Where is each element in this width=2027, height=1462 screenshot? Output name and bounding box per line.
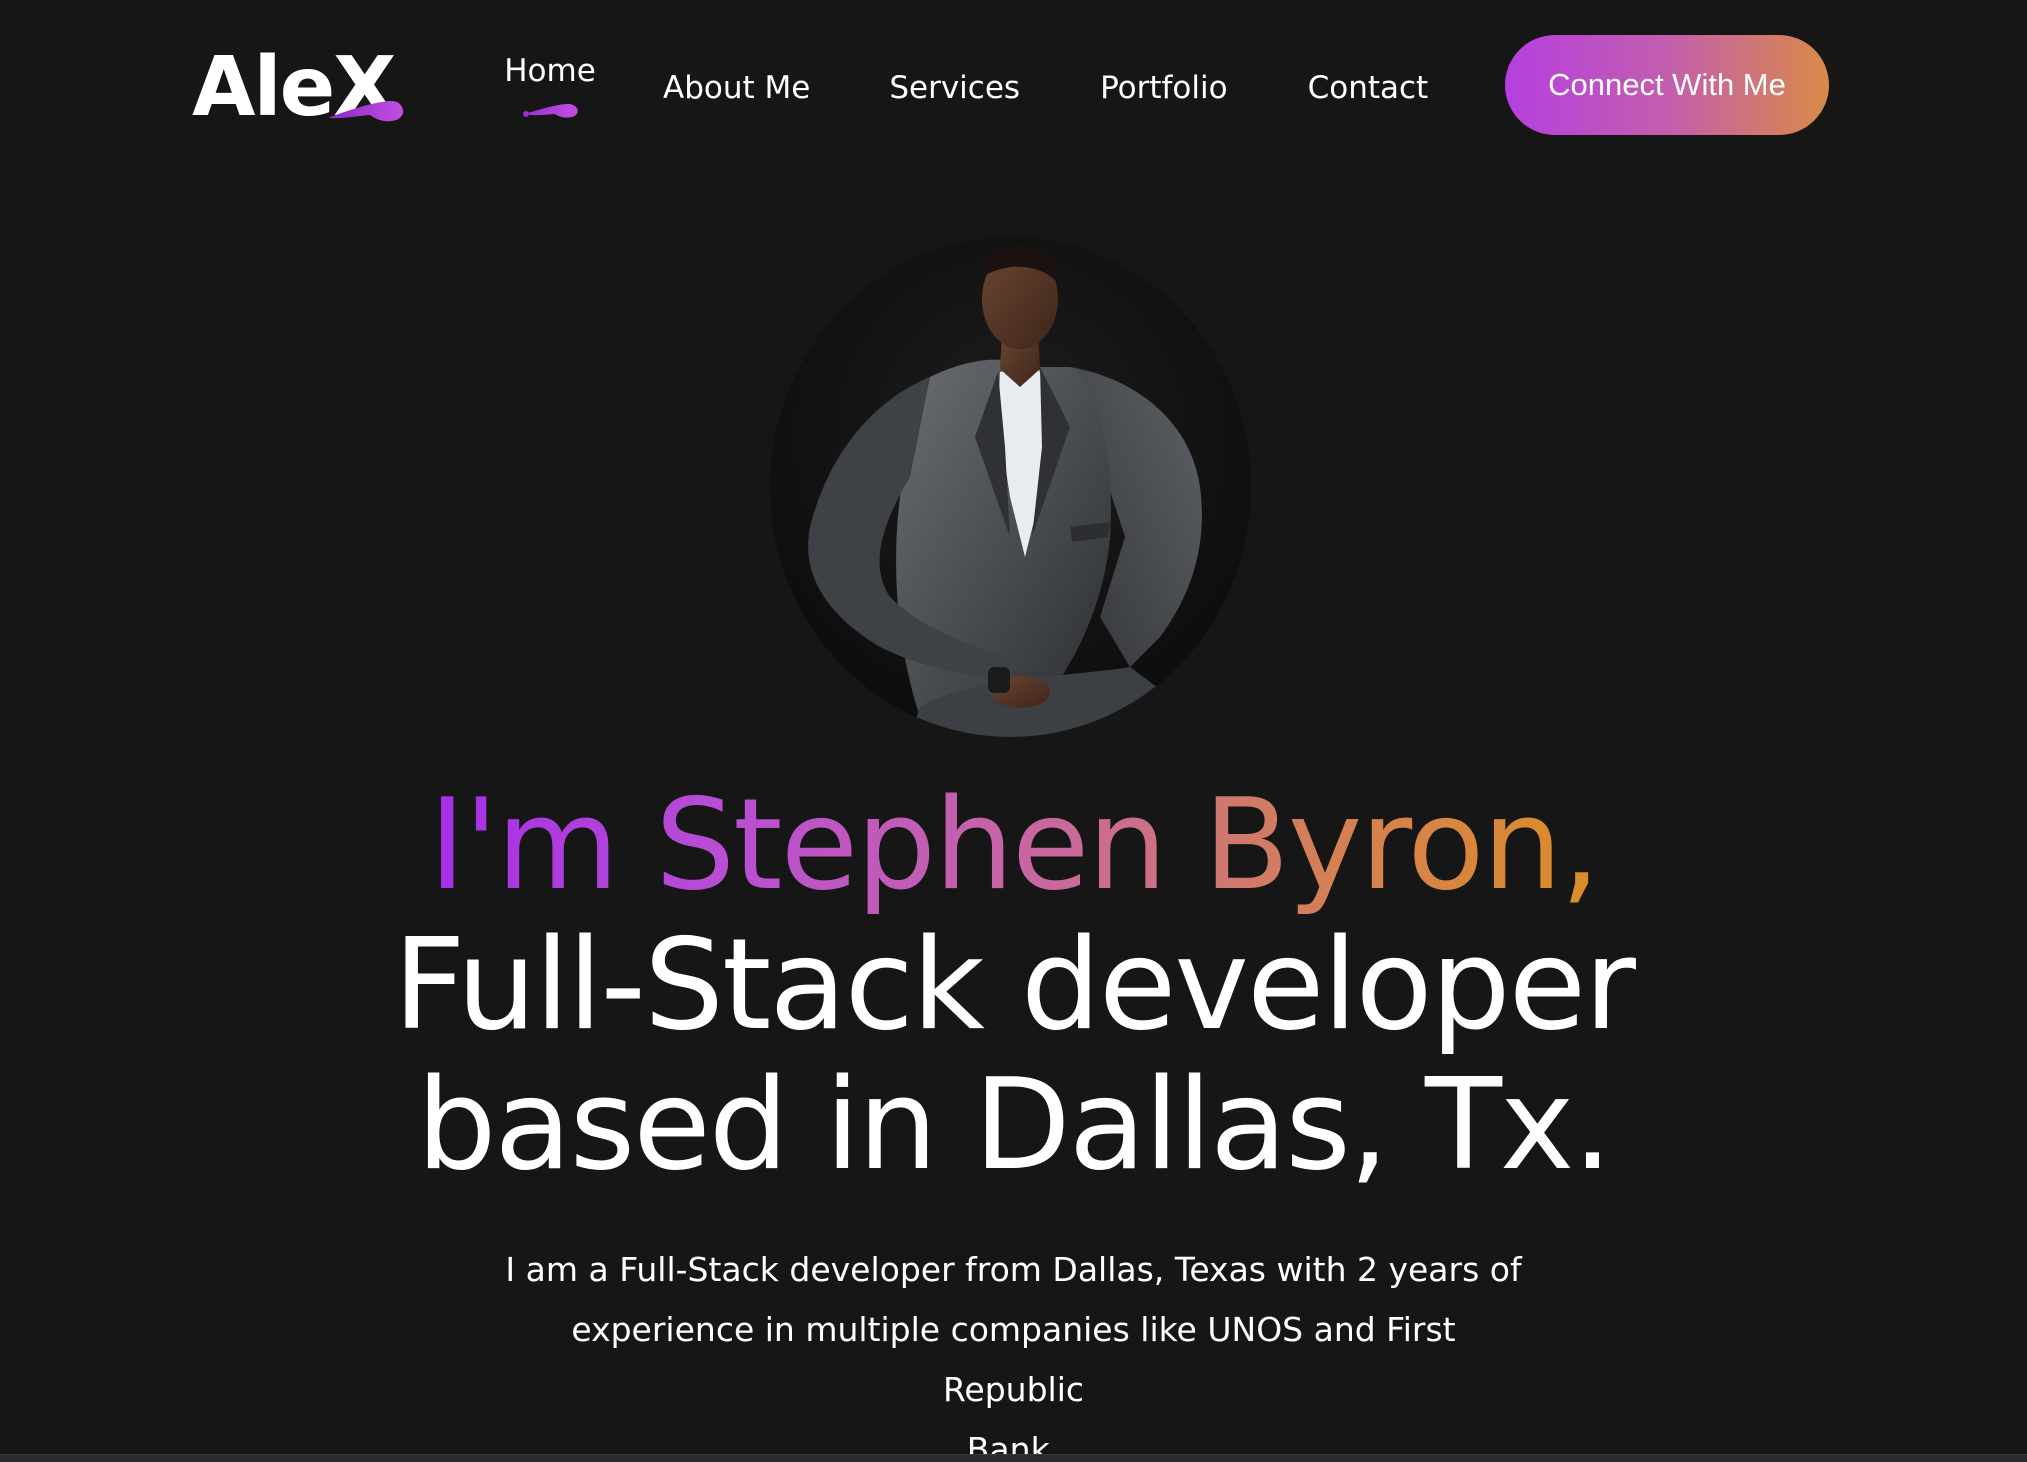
swoosh-indicator-icon [523, 103, 578, 118]
main-nav: Home About Me Services Portfolio Contact [480, 40, 1428, 135]
bottom-edge-strip [0, 1455, 2027, 1462]
intro-line-1: I am a Full-Stack developer from Dallas,… [505, 1250, 1522, 1289]
profile-photo [770, 237, 1251, 737]
site-logo[interactable]: AleX [192, 40, 404, 135]
nav-home-label: Home [504, 52, 596, 89]
portfolio-page: AleX Home About Me Services Portfolio Co… [0, 0, 2027, 1462]
headline-location: based in Dallas, Tx. [416, 1051, 1612, 1198]
nav-home[interactable]: Home [500, 40, 600, 135]
connect-button[interactable]: Connect With Me [1505, 35, 1829, 135]
site-header: AleX Home About Me Services Portfolio Co… [0, 0, 2027, 175]
profile-photo-illustration [770, 237, 1251, 737]
nav-about[interactable]: About Me [663, 40, 810, 135]
nav-services[interactable]: Services [889, 40, 1020, 135]
nav-portfolio[interactable]: Portfolio [1100, 40, 1228, 135]
hero-intro: I am a Full-Stack developer from Dallas,… [500, 1240, 1527, 1462]
headline-role: Full-Stack developer [393, 911, 1636, 1058]
headline-name: I'm Stephen Byron, [428, 771, 1601, 918]
intro-line-2: experience in multiple companies like UN… [571, 1310, 1456, 1409]
swoosh-icon [328, 100, 404, 122]
nav-contact[interactable]: Contact [1308, 40, 1429, 135]
hero-headline: I'm Stephen Byron, Full-Stack developer … [0, 775, 2027, 1195]
